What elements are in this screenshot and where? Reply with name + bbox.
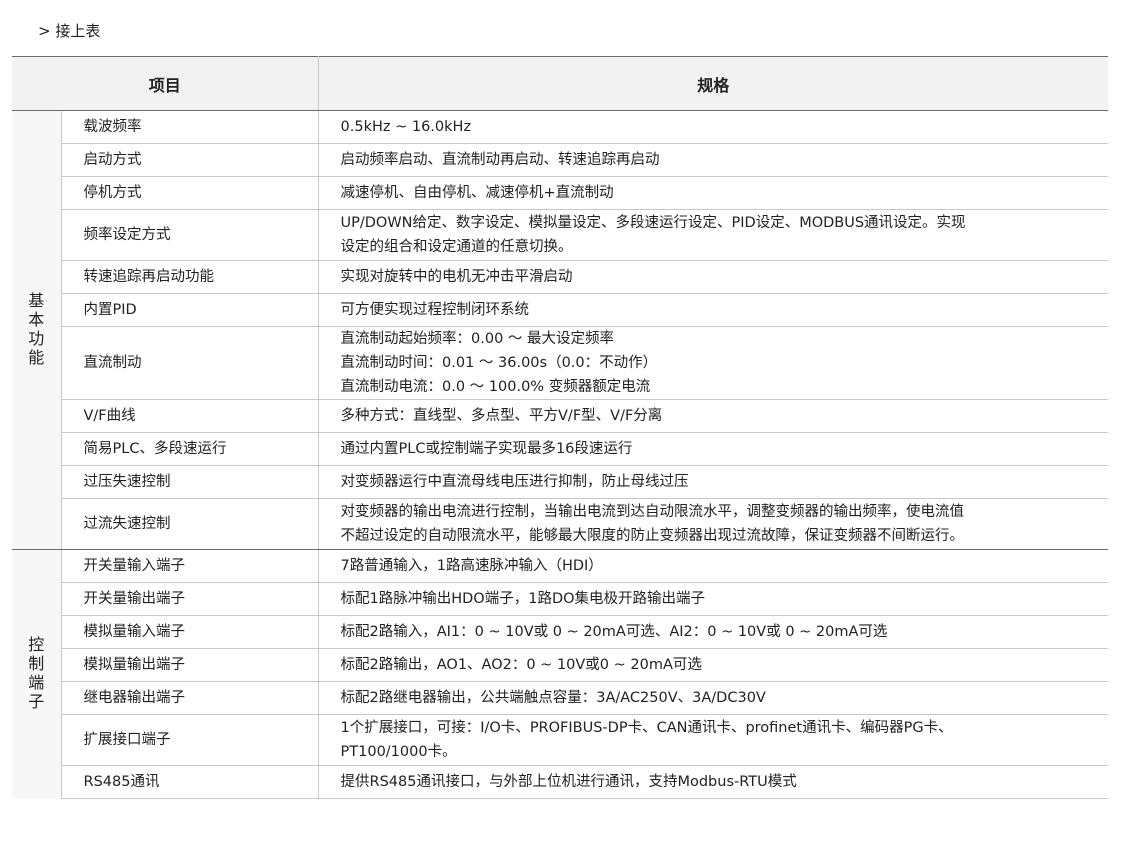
spec-cell: 对变频器运行中直流母线电压进行抑制，防止母线过压 — [318, 465, 1109, 499]
spec-cell: 多种方式：直线型、多点型、平方V/F型、V/F分离 — [318, 399, 1109, 433]
group-label: 基本功能 — [28, 290, 45, 367]
spec-line: 对变频器运行中直流母线电压进行抑制，防止母线过压 — [340, 474, 689, 490]
table-row: 控制端子 开关量输入端子 7路普通输入，1路高速脉冲输入（HDI） — [12, 549, 1109, 799]
item-cell: 启动方式 — [61, 143, 319, 177]
table-row: V/F曲线 多种方式：直线型、多点型、平方V/F型、V/F分离 — [12, 399, 1109, 433]
group-label: 控制端子 — [28, 634, 45, 711]
spec-line: 启动频率启动、直流制动再启动、转速追踪再启动 — [340, 152, 660, 168]
item-cell: 简易PLC、多段速运行 — [61, 432, 319, 466]
spec-cell: 减速停机、自由停机、减速停机+直流制动 — [318, 176, 1109, 210]
spec-line: UP/DOWN给定、数字设定、模拟量设定、多段速运行设定、PID设定、MODBU… — [340, 215, 966, 231]
spec-cell: 通过内置PLC或控制端子实现最多16段速运行 — [318, 432, 1109, 466]
item-cell: 内置PID — [61, 293, 319, 327]
spec-cell: 直流制动起始频率：0.00 ～ 最大设定频率直流制动时间：0.01 ～ 36.0… — [318, 326, 1109, 400]
item-cell: V/F曲线 — [61, 399, 319, 433]
spec-table: 项目 规格 基本功能 载波频率 0.5kHz ~ 16.0kHz 启动方式 启动频率启动… — [12, 56, 1109, 799]
spec-line: 1个扩展接口，可接：I/O卡、PROFIBUS-DP卡、CAN通讯卡、profi… — [340, 720, 953, 736]
spec-line: PT100/1000卡。 — [340, 744, 457, 760]
table-row: 继电器输出端子 标配2路继电器输出，公共端触点容量：3A/AC250V、3A/DC… — [12, 681, 1109, 715]
item-cell: 频率设定方式 — [61, 209, 319, 261]
spec-cell: 提供RS485通讯接口，与外部上位机进行通讯，支持Modbus-RTU模式 — [318, 765, 1109, 799]
spec-cell: 启动频率启动、直流制动再启动、转速追踪再启动 — [318, 143, 1109, 177]
table-header-row: 项目 规格 — [12, 56, 1109, 111]
table-row: 基本功能 载波频率 0.5kHz ~ 16.0kHz — [12, 110, 1109, 550]
spec-cell: 可方便实现过程控制闭环系统 — [318, 293, 1109, 327]
item-cell: 扩展接口端子 — [61, 714, 319, 766]
spec-cell: 标配1路脉冲输出HDO端子，1路DO集电极开路输出端子 — [318, 582, 1109, 616]
spec-line: 标配2路输入，AI1：0 ~ 10V或 0 ~ 20mA可选、AI2：0 ~ 1… — [340, 624, 888, 640]
item-cell: 开关量输入端子 — [61, 549, 319, 583]
spec-cell: 标配2路输入，AI1：0 ~ 10V或 0 ~ 20mA可选、AI2：0 ~ 1… — [318, 615, 1109, 649]
spec-cell: 标配2路输出，AO1、AO2：0 ~ 10V或0 ~ 20mA可选 — [318, 648, 1109, 682]
item-cell: RS485通讯 — [61, 765, 319, 799]
spec-line: 减速停机、自由停机、减速停机+直流制动 — [340, 185, 614, 201]
spec-cell: 0.5kHz ~ 16.0kHz — [318, 110, 1109, 144]
header-spec: 规格 — [318, 56, 1109, 111]
item-cell: 过流失速控制 — [61, 498, 319, 550]
header-item: 项目 — [12, 56, 319, 111]
spec-table-body: 基本功能 载波频率 0.5kHz ~ 16.0kHz 启动方式 启动频率启动、直流制动再… — [12, 110, 1109, 799]
spec-line: 实现对旋转中的电机无冲击平滑启动 — [340, 269, 573, 285]
table-row: 模拟量输入端子 标配2路输入，AI1：0 ~ 10V或 0 ~ 20mA可选、AI… — [12, 615, 1109, 649]
group-label-cell: 基本功能 — [12, 110, 62, 550]
spec-cell: 1个扩展接口，可接：I/O卡、PROFIBUS-DP卡、CAN通讯卡、profi… — [318, 714, 1109, 766]
spec-line: 直流制动电流：0.0 ～ 100.0% 变频器额定电流 — [340, 379, 651, 395]
spec-line: 标配2路输出，AO1、AO2：0 ~ 10V或0 ~ 20mA可选 — [340, 657, 702, 673]
spec-line: 直流制动起始频率：0.00 ～ 最大设定频率 — [340, 331, 615, 347]
spec-line: 提供RS485通讯接口，与外部上位机进行通讯，支持Modbus-RTU模式 — [340, 774, 797, 790]
spec-line: 7路普通输入，1路高速脉冲输入（HDI） — [340, 558, 603, 574]
table-row: 启动方式 启动频率启动、直流制动再启动、转速追踪再启动 — [12, 143, 1109, 177]
continued-label: > 接上表 — [38, 22, 101, 40]
spec-line: 直流制动时间：0.01 ～ 36.00s（0.0：不动作） — [340, 355, 658, 371]
item-cell: 直流制动 — [61, 326, 319, 400]
spec-cell: 对变频器的输出电流进行控制，当输出电流到达自动限流水平，调整变频器的输出频率，使… — [318, 498, 1109, 550]
spec-line: 不超过设定的自动限流水平，能够最大限度的防止变频器出现过流故障，保证变频器不间断… — [340, 528, 965, 544]
group-label-cell: 控制端子 — [12, 549, 62, 799]
spec-cell: UP/DOWN给定、数字设定、模拟量设定、多段速运行设定、PID设定、MODBU… — [318, 209, 1109, 261]
spec-line: 通过内置PLC或控制端子实现最多16段速运行 — [340, 441, 633, 457]
table-row: 停机方式 减速停机、自由停机、减速停机+直流制动 — [12, 176, 1109, 210]
table-row: 频率设定方式 UP/DOWN给定、数字设定、模拟量设定、多段速运行设定、PID设定… — [12, 209, 1109, 261]
table-row: 模拟量输出端子 标配2路输出，AO1、AO2：0 ~ 10V或0 ~ 20mA可选 — [12, 648, 1109, 682]
spec-line: 多种方式：直线型、多点型、平方V/F型、V/F分离 — [340, 408, 663, 424]
spec-cell: 7路普通输入，1路高速脉冲输入（HDI） — [318, 549, 1109, 583]
spec-line: 可方便实现过程控制闭环系统 — [340, 302, 530, 318]
table-row: 开关量输出端子 标配1路脉冲输出HDO端子，1路DO集电极开路输出端子 — [12, 582, 1109, 616]
spec-cell: 实现对旋转中的电机无冲击平滑启动 — [318, 260, 1109, 294]
item-cell: 开关量输出端子 — [61, 582, 319, 616]
table-row: 直流制动 直流制动起始频率：0.00 ～ 最大设定频率 直流制动时间：0.01 ～ … — [12, 326, 1109, 400]
item-cell: 继电器输出端子 — [61, 681, 319, 715]
spec-line: 标配1路脉冲输出HDO端子，1路DO集电极开路输出端子 — [340, 591, 706, 607]
spec-line: 设定的组合和设定通道的任意切换。 — [340, 239, 573, 255]
table-row: RS485通讯 提供RS485通讯接口，与外部上位机进行通讯，支持Modbus-R… — [12, 765, 1109, 799]
spec-line: 对变频器的输出电流进行控制，当输出电流到达自动限流水平，调整变频器的输出频率，使… — [340, 504, 965, 520]
spec-line: 标配2路继电器输出，公共端触点容量：3A/AC250V、3A/DC30V — [340, 690, 766, 706]
spec-line: 0.5kHz ~ 16.0kHz — [340, 119, 472, 135]
item-cell: 载波频率 — [61, 110, 319, 144]
table-row: 转速追踪再启动功能 实现对旋转中的电机无冲击平滑启动 — [12, 260, 1109, 294]
item-cell: 停机方式 — [61, 176, 319, 210]
item-cell: 过压失速控制 — [61, 465, 319, 499]
item-cell: 转速追踪再启动功能 — [61, 260, 319, 294]
table-row: 内置PID 可方便实现过程控制闭环系统 — [12, 293, 1109, 327]
table-row: 过压失速控制 对变频器运行中直流母线电压进行抑制，防止母线过压 — [12, 465, 1109, 499]
table-row: 过流失速控制 对变频器的输出电流进行控制，当输出电流到达自动限流水平，调整变频器的… — [12, 498, 1109, 550]
item-cell: 模拟量输入端子 — [61, 615, 319, 649]
table-row: 扩展接口端子 1个扩展接口，可接：I/O卡、PROFIBUS-DP卡、CAN通讯卡… — [12, 714, 1109, 766]
table-row: 简易PLC、多段速运行 通过内置PLC或控制端子实现最多16段速运行 — [12, 432, 1109, 466]
item-cell: 模拟量输出端子 — [61, 648, 319, 682]
spec-cell: 标配2路继电器输出，公共端触点容量：3A/AC250V、3A/DC30V — [318, 681, 1109, 715]
